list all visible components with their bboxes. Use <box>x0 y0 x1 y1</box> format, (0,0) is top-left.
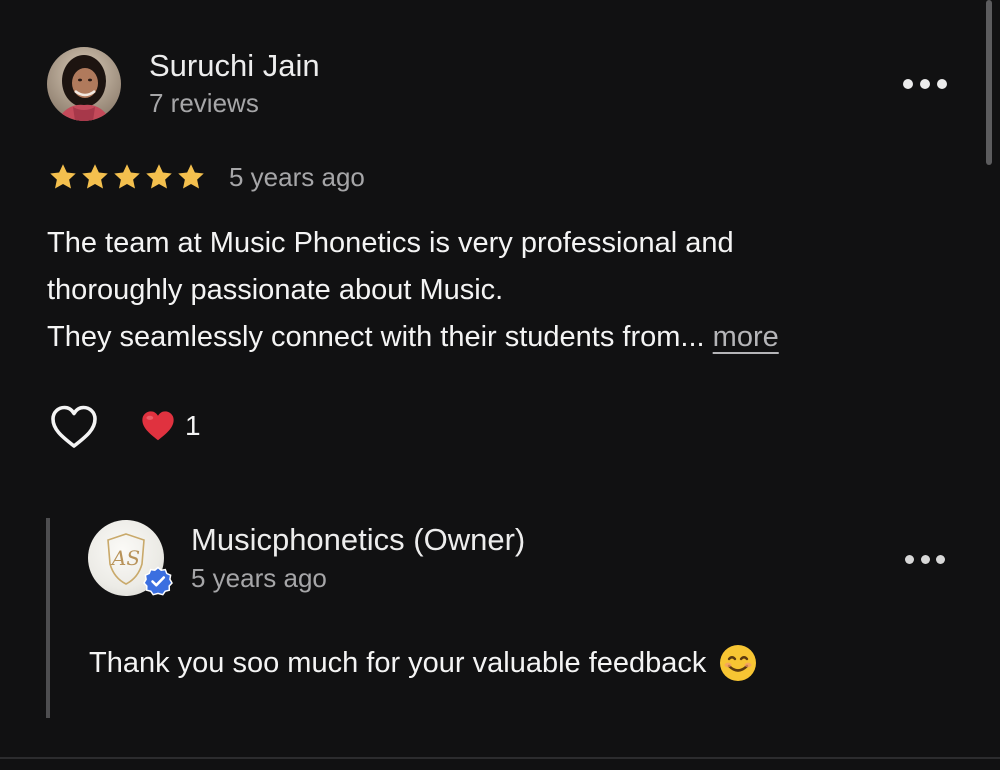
reply-indent-bar <box>46 518 50 718</box>
reviewer-avatar[interactable] <box>47 47 121 121</box>
review-text-line: They seamlessly connect with their stude… <box>47 321 779 353</box>
star-icon <box>146 164 172 189</box>
smiling-face-emoji-icon <box>720 645 757 681</box>
more-horizontal-icon <box>903 79 913 89</box>
read-more-link[interactable]: more <box>713 321 779 353</box>
star-icon <box>82 164 108 189</box>
reviewer-photo <box>47 47 121 121</box>
reaction-count: 1 <box>185 410 201 441</box>
review-text-line: thoroughly passionate about Music. <box>47 274 504 306</box>
verified-badge-icon <box>143 566 173 596</box>
review-text: The team at Music Phonetics is very prof… <box>47 220 947 361</box>
star-rating <box>48 162 206 192</box>
review-text-line: The team at Music Phonetics is very prof… <box>47 227 734 259</box>
red-heart-emoji-icon <box>142 411 174 441</box>
star-icon <box>50 164 76 189</box>
star-icon <box>114 164 140 189</box>
owner-reply-text: Thank you soo much for your valuable fee… <box>89 643 758 683</box>
heart-outline-icon <box>51 405 97 448</box>
reviewer-name[interactable]: Suruchi Jain <box>149 48 320 84</box>
review-card: Suruchi Jain 7 reviews 5 years ago The t… <box>0 0 1000 770</box>
scrollbar[interactable] <box>986 0 992 165</box>
reaction-summary[interactable]: 1 <box>141 410 201 442</box>
review-date: 5 years ago <box>229 162 365 192</box>
owner-name[interactable]: Musicphonetics (Owner) <box>191 522 525 558</box>
more-horizontal-icon <box>905 554 914 564</box>
divider <box>0 757 1000 759</box>
reply-more-options-button[interactable] <box>905 545 945 573</box>
like-button[interactable] <box>49 404 99 450</box>
owner-reply-date: 5 years ago <box>191 563 327 593</box>
owner-logo-text: AS <box>110 546 140 570</box>
reviewer-review-count: 7 reviews <box>149 88 259 118</box>
star-icon <box>178 164 204 189</box>
review-more-options-button[interactable] <box>903 70 947 98</box>
